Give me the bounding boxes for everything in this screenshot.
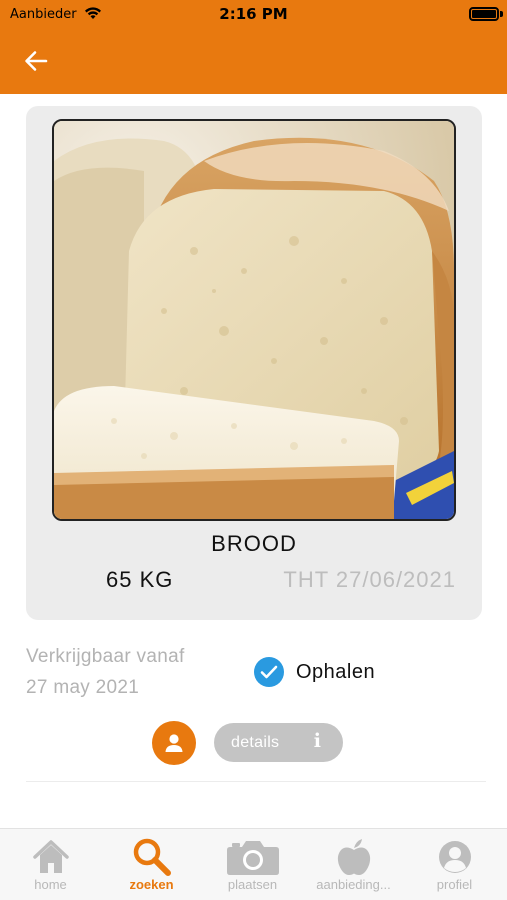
- availability-date: 27 may 2021: [26, 677, 140, 698]
- details-button[interactable]: details i: [214, 723, 343, 762]
- tab-offers[interactable]: aanbieding...: [303, 829, 404, 900]
- tab-profile-label: profiel: [436, 877, 473, 892]
- details-label: details: [231, 733, 280, 751]
- contact-user-button[interactable]: [152, 721, 196, 765]
- tab-search-label: zoeken: [129, 877, 174, 892]
- product-detail: BROOD 65 KG THT 27/06/2021 Verkrijgbaar …: [0, 94, 507, 828]
- home-icon: [0, 837, 101, 877]
- info-icon: i: [313, 730, 321, 752]
- apple-icon: [303, 837, 404, 877]
- best-before-date: THT 27/06/2021: [283, 567, 456, 592]
- tab-post[interactable]: plaatsen: [202, 829, 303, 900]
- status-bar: Aanbieder 2:16 PM: [0, 0, 507, 30]
- user-icon: [165, 734, 183, 752]
- battery-tip: [500, 11, 503, 17]
- back-button[interactable]: [20, 47, 52, 75]
- clock: 2:16 PM: [219, 5, 288, 23]
- tab-post-label: plaatsen: [227, 877, 278, 892]
- product-card: BROOD 65 KG THT 27/06/2021: [26, 106, 482, 620]
- search-icon: [101, 837, 202, 877]
- checkmark-icon[interactable]: [254, 657, 284, 687]
- nav-bar: [0, 30, 507, 94]
- camera-icon: [202, 837, 303, 877]
- tab-search[interactable]: zoeken: [101, 829, 202, 900]
- tab-profile[interactable]: profiel: [404, 829, 505, 900]
- tab-home[interactable]: home: [0, 829, 101, 900]
- availability-label: Verkrijgbaar vanaf: [26, 646, 185, 667]
- pickup-option[interactable]: Ophalen: [254, 657, 375, 687]
- arrow-left-icon: [25, 51, 48, 71]
- tab-bar: home zoeken plaatsen aanbieding... profi…: [0, 828, 507, 900]
- battery-icon: [469, 7, 499, 21]
- pickup-label: Ophalen: [296, 660, 376, 683]
- bread-photo: [52, 119, 456, 521]
- product-name: BROOD: [211, 531, 297, 556]
- product-weight: 65 KG: [106, 567, 174, 592]
- tab-offers-label: aanbieding...: [316, 877, 391, 892]
- divider: [26, 781, 486, 782]
- profile-icon: [404, 837, 505, 877]
- tab-home-label: home: [34, 877, 67, 892]
